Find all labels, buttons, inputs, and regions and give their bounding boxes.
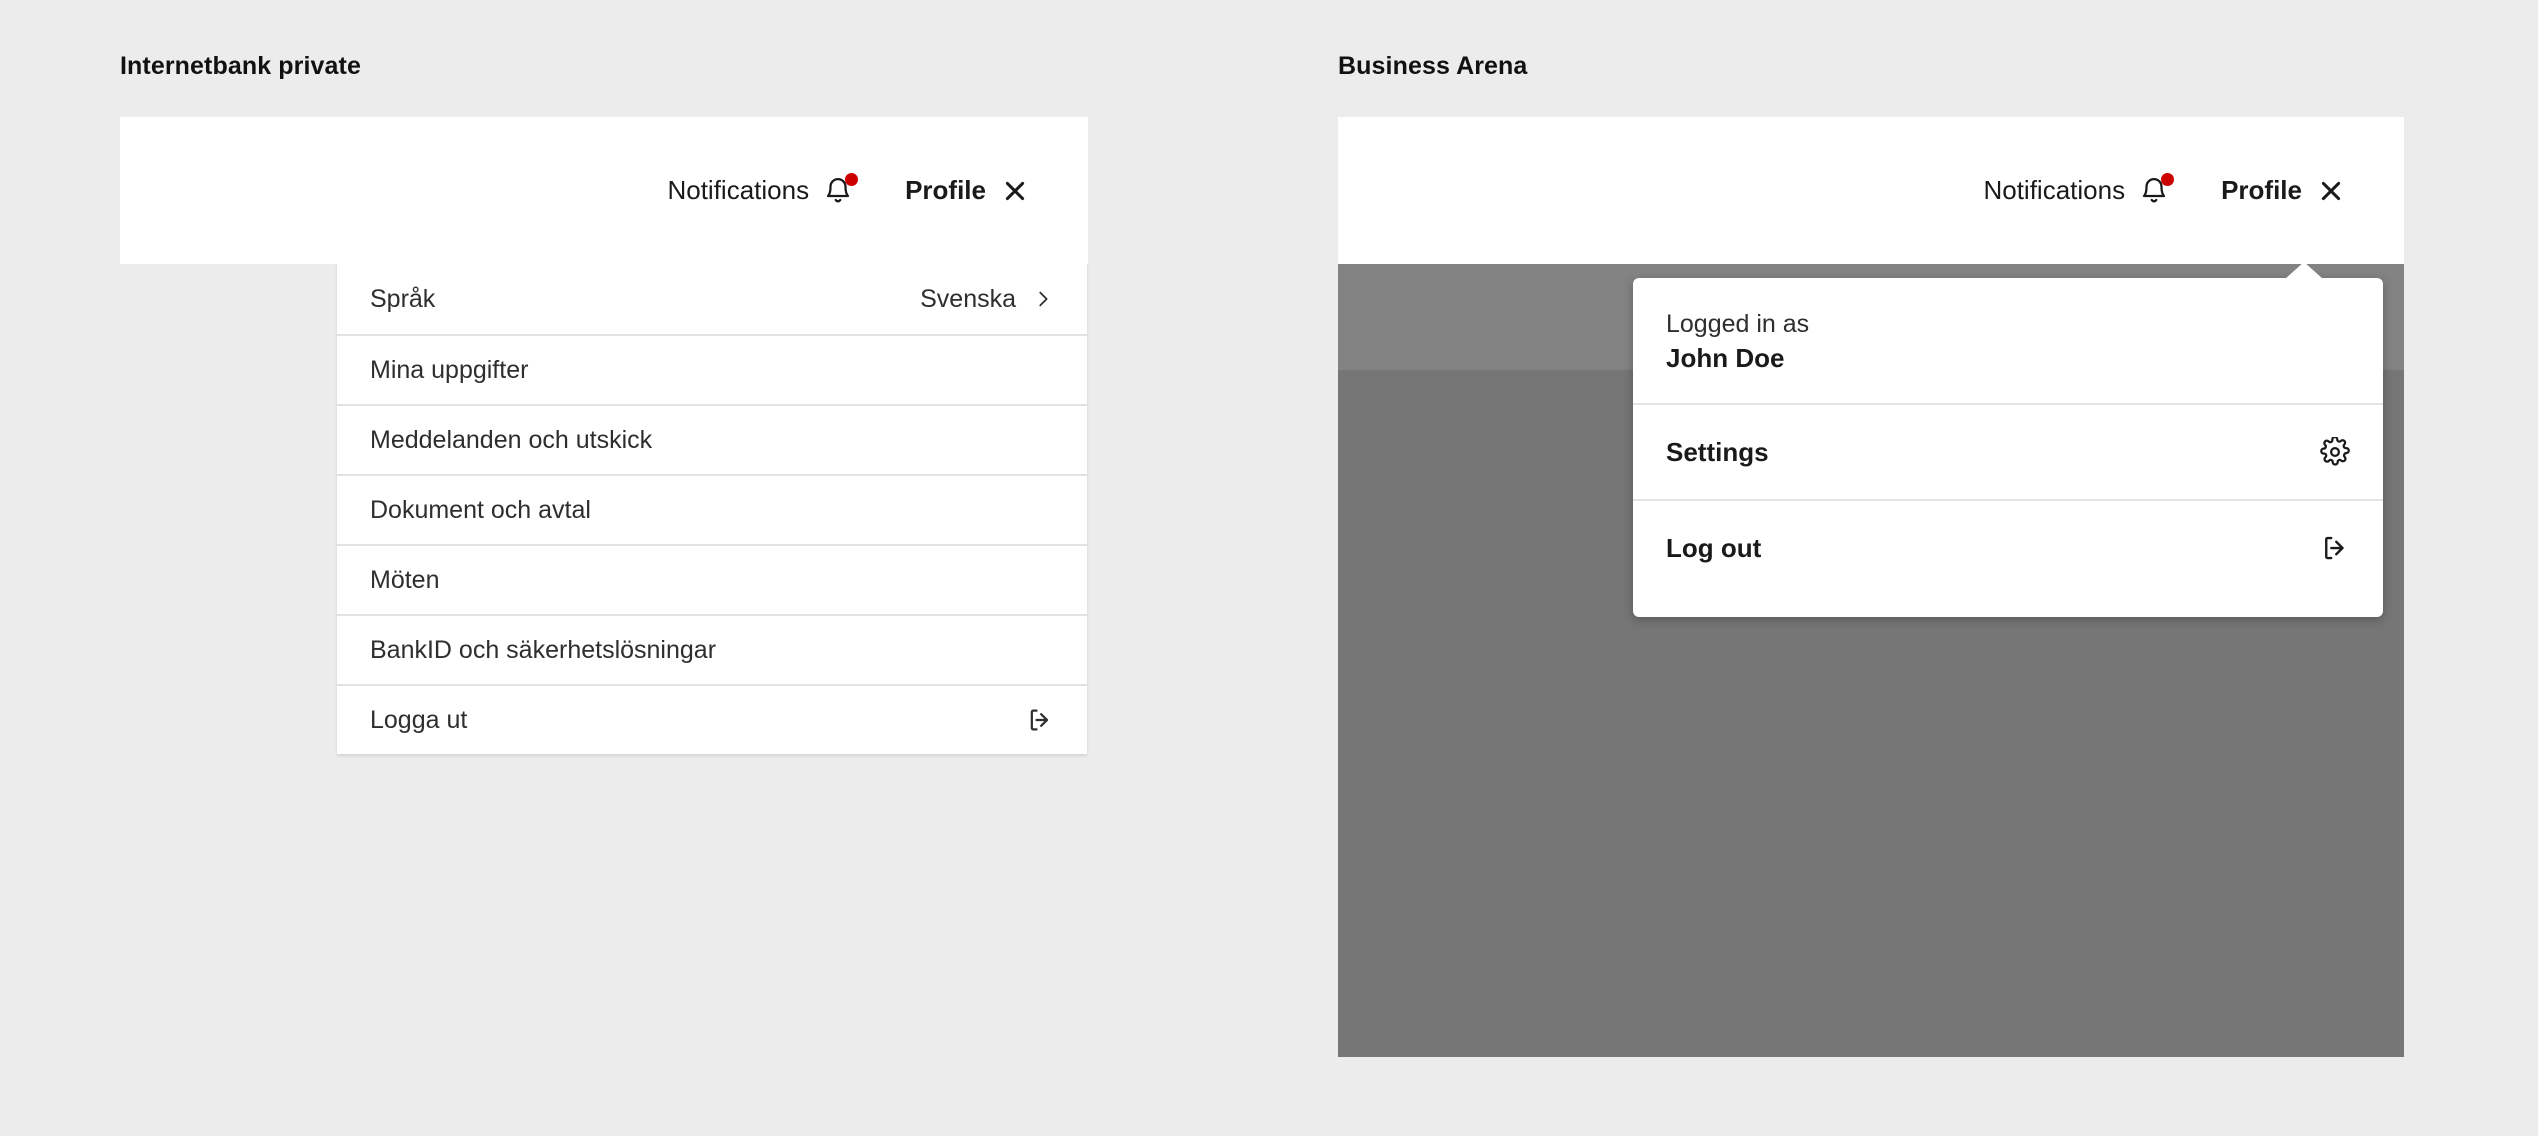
list-item-label: Dokument och avtal (370, 495, 591, 524)
logout-menu-item[interactable]: Log out (1633, 499, 2383, 595)
profile-button[interactable]: Profile (905, 175, 1028, 206)
popover-header: Logged in as John Doe (1633, 278, 2383, 403)
list-item[interactable]: Språk Svenska (337, 264, 1087, 334)
list-item-label: Språk (370, 284, 436, 313)
bell-icon (2139, 172, 2175, 206)
logout-icon (1026, 706, 1054, 734)
list-item-label: Logga ut (370, 705, 468, 734)
right-panel-title: Business Arena (1338, 52, 1528, 80)
list-item-value: Svenska (920, 284, 1016, 313)
gear-icon (2320, 437, 2350, 467)
list-item-label: Meddelanden och utskick (370, 425, 653, 454)
close-icon[interactable] (2318, 178, 2344, 204)
profile-button[interactable]: Profile (2221, 175, 2344, 206)
list-item[interactable]: Meddelanden och utskick (337, 404, 1087, 474)
notifications-button[interactable]: Notifications (1983, 172, 2175, 206)
profile-popover: Logged in as John Doe Settings Log out (1633, 262, 2383, 617)
list-item[interactable]: Dokument och avtal (337, 474, 1087, 544)
logout-label: Log out (1666, 532, 1762, 563)
settings-menu-item[interactable]: Settings (1633, 403, 2383, 499)
chevron-right-icon (1032, 288, 1054, 310)
notification-badge-dot (845, 172, 859, 186)
right-header-bar: Notifications Profile (1338, 117, 2404, 264)
list-item-label: Möten (370, 565, 440, 594)
bell-icon (823, 172, 859, 206)
notifications-button[interactable]: Notifications (667, 172, 859, 206)
logged-in-as-label: Logged in as (1666, 310, 1810, 338)
list-item[interactable]: BankID och säkerhetslösningar (337, 614, 1087, 684)
list-item-label: Mina uppgifter (370, 355, 529, 384)
close-icon[interactable] (1002, 178, 1028, 204)
list-item-value-group: Svenska (920, 285, 1054, 314)
notifications-label: Notifications (667, 175, 810, 205)
list-item[interactable]: Mina uppgifter (337, 334, 1087, 404)
popover-pointer-arrow (2285, 262, 2323, 279)
profile-label: Profile (905, 175, 986, 205)
notification-badge-dot (2161, 172, 2175, 186)
logout-icon (2320, 533, 2350, 563)
list-item[interactable]: Möten (337, 544, 1087, 614)
left-header-actions: Notifications Profile (667, 172, 1028, 206)
left-panel-title: Internetbank private (120, 52, 361, 80)
profile-menu-list: Språk Svenska Mina uppgifter Meddelanden… (337, 264, 1087, 754)
notifications-label: Notifications (1983, 175, 2126, 205)
settings-label: Settings (1666, 436, 1769, 467)
list-item-label: BankID och säkerhetslösningar (370, 635, 717, 664)
logout-list-item[interactable]: Logga ut (337, 684, 1087, 754)
profile-label: Profile (2221, 175, 2302, 205)
right-header-actions: Notifications Profile (1983, 172, 2344, 206)
user-name: John Doe (1666, 342, 1785, 373)
left-header-bar: Notifications Profile (120, 117, 1088, 264)
